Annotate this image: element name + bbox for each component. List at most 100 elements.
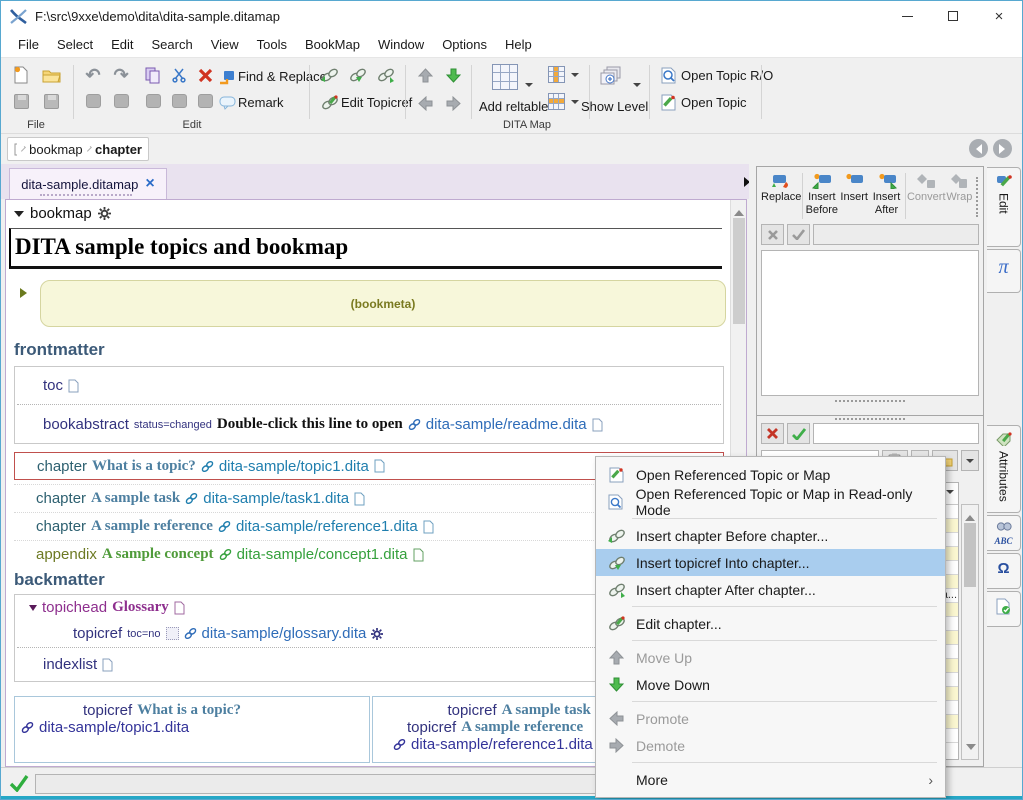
paste-before-button[interactable] [167,89,191,113]
show-level-button[interactable] [599,65,625,89]
bookmeta-collapsed-box[interactable]: (bookmeta) [40,280,726,327]
undo-button[interactable]: ↶ [81,63,105,87]
menu-item-insert-topicref-into[interactable]: Insert topicref Into chapter... [596,549,945,576]
bookabstract-href[interactable]: dita-sample/readme.dita [426,416,587,433]
bookabstract-row[interactable]: bookabstract status=changed Double-click… [15,405,723,444]
bookmap-node-header[interactable]: bookmap [14,205,111,222]
edit-topicref-button[interactable] [317,91,341,115]
cut-button[interactable] [167,63,191,87]
chapter-href[interactable]: dita-sample/topic1.dita [219,458,369,475]
expand-triangle-icon[interactable] [20,288,32,298]
insert-topicref-before-button[interactable] [317,63,341,87]
tab-close-icon[interactable]: × [145,176,154,192]
navigate-back-button[interactable] [969,139,988,158]
wrap-button[interactable]: Wrap [946,171,974,204]
menu-help[interactable]: Help [496,33,541,56]
menu-item-insert-before[interactable]: Insert chapter Before chapter... [596,522,945,549]
add-reltable-label[interactable]: Add reltable [479,99,548,114]
macro-button[interactable] [109,89,133,113]
panel-drag-handle[interactable] [976,177,979,217]
attribute-confirm-button[interactable] [787,423,810,444]
insert-after-button[interactable]: Insert After [869,171,904,216]
collapse-triangle-icon[interactable] [29,605,37,615]
reltable-cell[interactable]: topicref What is a topic? dita-sample/to… [14,696,370,763]
add-row-menu-button[interactable] [569,90,581,114]
navtitle-placeholder-icon[interactable] [166,627,179,640]
attribute-name-field[interactable] [813,423,979,444]
edit-cancel-button[interactable] [761,224,784,245]
gear-icon[interactable] [98,207,111,220]
promote-button[interactable] [413,91,437,115]
tab-special-characters-pi[interactable]: π [987,249,1021,293]
breadcrumb-item-chapter[interactable]: chapter [95,142,142,157]
menu-options[interactable]: Options [433,33,496,56]
delete-button[interactable] [193,63,217,87]
menu-item-open-referenced-ro[interactable]: Open Referenced Topic or Map in Read-onl… [596,488,945,515]
replace-button[interactable]: Replace [761,171,801,204]
map-title-block[interactable]: DITA sample topics and bookmap [9,228,722,269]
close-button[interactable]: × [976,1,1022,31]
remark-label[interactable]: Remark [238,95,284,110]
remark-button[interactable] [215,91,239,115]
bookmeta-row[interactable]: (bookmeta) [14,280,726,328]
panel-resize-handle[interactable] [835,400,905,402]
open-topic-ro-button[interactable] [657,63,681,87]
redo-button[interactable]: ↷ [109,63,133,87]
topicref-href[interactable]: dita-sample/topic1.dita [39,719,189,736]
insert-topicref-after-button[interactable] [373,63,397,87]
find-replace-label[interactable]: Find & Replace [238,69,327,84]
chapter-href[interactable]: dita-sample/reference1.dita [236,518,418,535]
open-topic-ro-label[interactable]: Open Topic R/O [681,68,773,83]
menu-bookmap[interactable]: BookMap [296,33,369,56]
show-level-menu-button[interactable] [631,73,643,97]
add-reltable-button[interactable] [491,63,519,91]
menu-item-more[interactable]: More › [596,766,945,793]
menu-search[interactable]: Search [143,33,202,56]
menu-item-open-referenced[interactable]: Open Referenced Topic or Map [596,461,945,488]
element-name-field[interactable] [813,224,979,245]
scroll-up-icon[interactable] [965,510,975,521]
menu-select[interactable]: Select [48,33,102,56]
menu-item-edit-chapter[interactable]: Edit chapter... [596,610,945,637]
tab-validate[interactable] [987,591,1021,627]
tab-special-characters-omega[interactable]: Ω [987,553,1021,589]
scroll-down-icon[interactable] [966,744,976,755]
copy-button[interactable] [141,63,165,87]
repeat-button[interactable] [81,89,105,113]
menu-file[interactable]: File [9,33,48,56]
menu-item-promote[interactable]: Promote [596,705,945,732]
tab-spell-checker[interactable]: ABC [987,515,1021,551]
convert-button[interactable]: Convert [907,171,946,204]
topicref-href[interactable]: dita-sample/reference1.dita [411,736,593,753]
add-column-button[interactable] [546,64,566,84]
move-up-button[interactable] [413,63,437,87]
attributes-scrollbar[interactable] [961,504,979,760]
add-column-menu-button[interactable] [569,63,581,87]
menu-item-move-down[interactable]: Move Down [596,671,945,698]
new-document-button[interactable] [9,63,33,87]
save-all-button[interactable] [39,89,63,113]
insert-topicref-into-button[interactable] [345,63,369,87]
menu-view[interactable]: View [202,33,248,56]
edit-confirm-button[interactable] [787,224,810,245]
backmatter-heading[interactable]: backmatter [14,570,105,590]
edit-topicref-label[interactable]: Edit Topicref [341,95,412,110]
toc-row[interactable]: toc [15,367,723,404]
scrollbar-thumb[interactable] [964,523,976,587]
frontmatter-heading[interactable]: frontmatter [14,340,105,360]
attribute-delete-button[interactable] [761,423,784,444]
tab-edit[interactable]: Edit [987,167,1021,247]
map-title[interactable]: DITA sample topics and bookmap [15,234,722,260]
move-down-button[interactable] [441,63,465,87]
maximize-button[interactable] [930,1,976,31]
add-reltable-menu-button[interactable] [523,73,535,97]
find-replace-button[interactable] [215,65,239,89]
breadcrumb-item-bookmap[interactable]: bookmap [29,142,82,157]
collapse-triangle-icon[interactable] [14,211,24,222]
appendix-href[interactable]: dita-sample/concept1.dita [237,546,408,563]
menu-edit[interactable]: Edit [102,33,142,56]
tab-attributes[interactable]: Attributes [987,425,1021,513]
topicref-href[interactable]: dita-sample/glossary.dita [202,625,367,642]
menu-item-move-up[interactable]: Move Up [596,644,945,671]
element-list-box[interactable] [761,250,979,396]
